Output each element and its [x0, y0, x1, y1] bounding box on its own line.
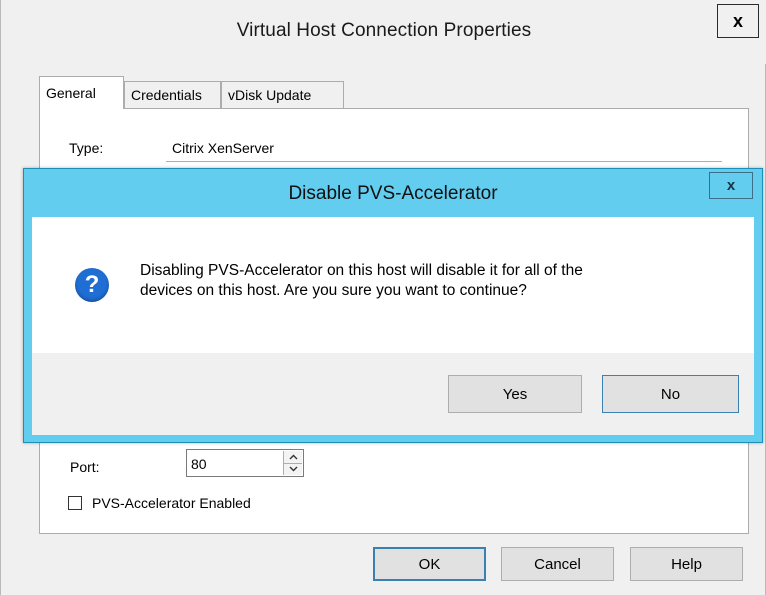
cancel-button[interactable]: Cancel [501, 547, 614, 581]
port-stepper[interactable]: 80 [186, 449, 304, 477]
parent-window-title: Virtual Host Connection Properties [236, 20, 532, 41]
port-label: Port: [70, 459, 100, 475]
dialog-message-line-2: devices on this host. Are you sure you w… [140, 282, 527, 299]
ok-button[interactable]: OK [373, 547, 486, 581]
port-decrement-button[interactable] [284, 463, 302, 475]
yes-button[interactable]: Yes [448, 375, 582, 413]
parent-close-button[interactable]: x [717, 4, 759, 38]
question-icon: ? [75, 268, 109, 302]
dialog-message: Disabling PVS-Accelerator on this host w… [140, 261, 730, 301]
dialog-title: Disable PVS-Accelerator [288, 183, 498, 204]
chevron-up-icon [289, 454, 297, 460]
pvs-accelerator-row: PVS-Accelerator Enabled [68, 493, 251, 513]
tab-vdisk-update[interactable]: vDisk Update [221, 81, 344, 108]
chevron-down-icon [289, 466, 297, 472]
pvs-accelerator-label[interactable]: PVS-Accelerator Enabled [92, 495, 251, 511]
tab-credentials[interactable]: Credentials [124, 81, 221, 108]
help-button[interactable]: Help [630, 547, 743, 581]
port-increment-button[interactable] [284, 451, 302, 464]
no-button[interactable]: No [602, 375, 739, 413]
dialog-message-line-1: Disabling PVS-Accelerator on this host w… [140, 262, 583, 279]
parent-titlebar: Virtual Host Connection Properties x [1, 0, 766, 64]
dialog-body: ? Disabling PVS-Accelerator on this host… [32, 217, 754, 435]
dialog-close-button[interactable]: x [709, 172, 753, 199]
type-divider [166, 161, 722, 162]
tab-general[interactable]: General [39, 76, 124, 109]
pvs-accelerator-checkbox[interactable] [68, 496, 82, 510]
type-label: Type: [69, 140, 104, 156]
type-value: Citrix XenServer [172, 140, 274, 156]
port-spin-buttons [283, 451, 302, 475]
dialog-button-bar: Yes No [32, 353, 754, 435]
disable-pvs-accelerator-dialog: Disable PVS-Accelerator x ? Disabling PV… [23, 168, 763, 443]
port-input[interactable]: 80 [191, 456, 207, 472]
